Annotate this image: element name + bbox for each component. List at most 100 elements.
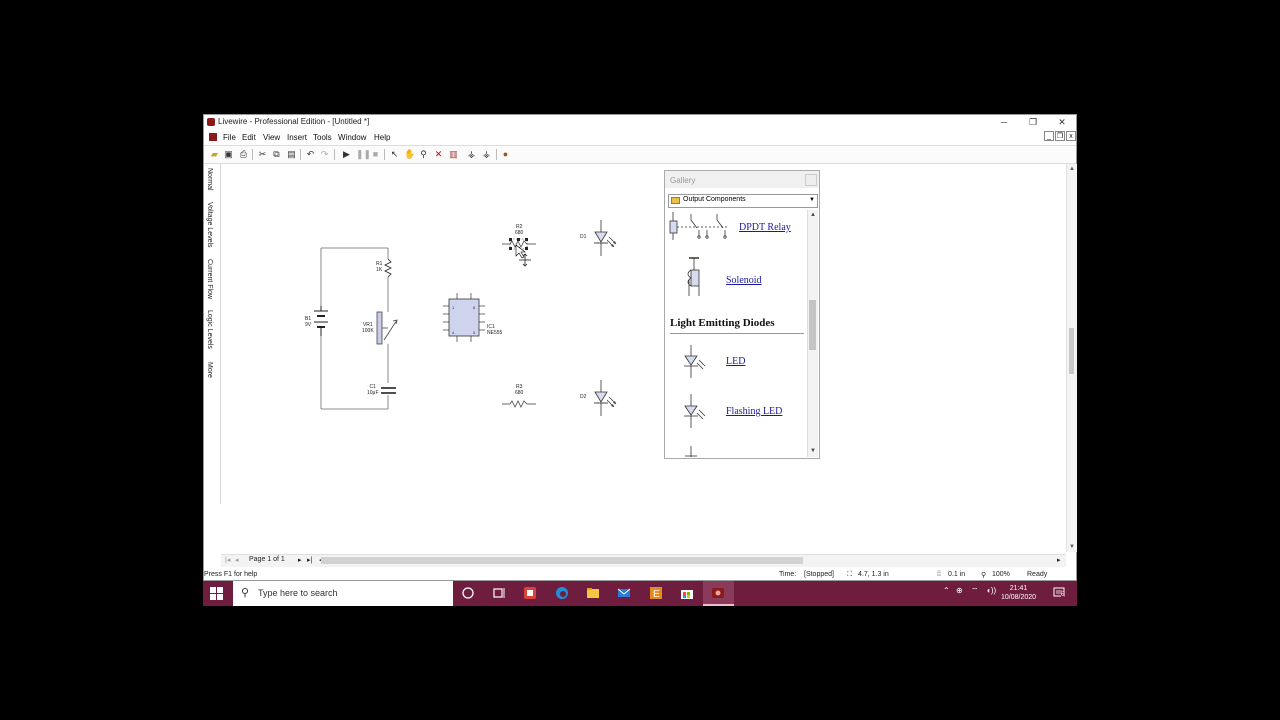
gallery-category-value: Output Components: [683, 196, 746, 203]
scroll-right-icon[interactable]: ▸: [1057, 556, 1061, 564]
doc-minimize-button[interactable]: _: [1044, 131, 1054, 141]
document-icon[interactable]: [209, 133, 217, 141]
zoom-icon[interactable]: ⚲: [418, 149, 429, 160]
next-page-icon[interactable]: ▸: [298, 556, 302, 564]
taskbar-clock[interactable]: 21:41 10/08/2020: [1001, 584, 1036, 602]
taskbar-search-box[interactable]: ⚲ Type here to search: [233, 581, 453, 606]
hand-icon[interactable]: ✋: [404, 149, 415, 160]
menu-help[interactable]: Help: [374, 133, 390, 142]
save-icon[interactable]: ▣: [223, 149, 234, 160]
menu-view[interactable]: View: [263, 133, 280, 142]
copy-icon[interactable]: ⧉: [271, 149, 282, 160]
page-navigation-bar: |◂ ◂ Page 1 of 1 ▸ ▸| ◂ ▸: [221, 554, 1066, 567]
solenoid-icon: [687, 257, 700, 296]
scroll-thumb[interactable]: [1069, 328, 1074, 374]
play-icon[interactable]: ▶: [341, 149, 352, 160]
livewire-app-icon: [712, 588, 724, 598]
window-title: Livewire - Professional Edition - [Untit…: [218, 117, 370, 126]
gallery-item-led[interactable]: LED: [726, 356, 745, 367]
active-indicator: [703, 604, 734, 606]
minimize-button[interactable]: ─: [990, 115, 1018, 129]
e-app-icon[interactable]: E: [649, 586, 663, 600]
resistor-r3-symbol: [502, 400, 536, 408]
store-icon[interactable]: [680, 586, 694, 600]
last-page-icon[interactable]: ▸|: [307, 556, 312, 564]
meter-icon[interactable]: ⚶: [481, 149, 492, 160]
mail-icon[interactable]: [617, 586, 631, 600]
gallery-item-dpdt-relay[interactable]: DPDT Relay: [739, 222, 791, 233]
print-icon[interactable]: ⎙: [238, 149, 249, 160]
doc-close-button[interactable]: x: [1066, 131, 1076, 141]
chevron-down-icon[interactable]: ▼: [808, 196, 816, 205]
volume-icon[interactable]: ◖)): [986, 586, 996, 595]
dpdt-relay-icon: [669, 212, 727, 240]
coordinates-icon: ⛶: [847, 571, 852, 578]
notification-center-button[interactable]: 6: [1053, 586, 1069, 601]
prev-page-icon[interactable]: ◂: [235, 556, 239, 564]
redo-icon[interactable]: ↷: [319, 149, 330, 160]
scroll-up-icon[interactable]: ▲: [1068, 165, 1076, 173]
vertical-scrollbar[interactable]: ▲ ▼: [1066, 164, 1077, 552]
pause-icon[interactable]: ❚❚: [356, 149, 371, 160]
probe-icon[interactable]: ⚶: [466, 149, 477, 160]
search-placeholder: Type here to search: [258, 588, 338, 598]
status-time-value: [Stopped]: [804, 571, 834, 578]
wifi-icon[interactable]: ⌔: [971, 586, 979, 596]
gallery-panel: Gallery Output Components ▼ DPDT Relay S…: [664, 170, 820, 459]
chevron-up-icon[interactable]: ⌃: [943, 586, 950, 595]
resistor-r1-symbol: [384, 258, 392, 278]
menu-file[interactable]: File: [223, 133, 236, 142]
tab-current-flow[interactable]: Current Flow: [206, 259, 213, 299]
stop-icon[interactable]: ■: [370, 149, 381, 160]
horizontal-scroll-thumb[interactable]: [321, 557, 803, 564]
circuit-canvas[interactable]: 1 4 8 5 B1 9V R1 1K VR1 100K C1 10μF IC1…: [221, 164, 1065, 552]
notification-count-badge: 6: [1061, 592, 1065, 598]
livewire-taskbar-button[interactable]: [703, 581, 734, 606]
menu-tools[interactable]: Tools: [313, 133, 332, 142]
menu-window[interactable]: Window: [338, 133, 366, 142]
first-page-icon[interactable]: |◂: [225, 556, 230, 564]
led-d1-symbol: [594, 220, 617, 256]
news-app-icon[interactable]: [523, 586, 537, 600]
tab-more[interactable]: More: [206, 362, 213, 378]
gallery-scroll-up-icon[interactable]: ▲: [809, 211, 817, 219]
pointer-icon[interactable]: ↖: [389, 149, 400, 160]
gallery-scroll-thumb[interactable]: [809, 300, 816, 350]
gallery-close-button[interactable]: [805, 174, 817, 186]
scroll-down-icon[interactable]: ▼: [1068, 543, 1076, 551]
gallery-scroll-down-icon[interactable]: ▼: [809, 447, 817, 455]
file-explorer-icon[interactable]: [586, 586, 600, 600]
gallery-title: Gallery: [670, 176, 696, 185]
gallery-category-select[interactable]: Output Components ▼: [668, 194, 818, 208]
gallery-scrollbar[interactable]: ▲ ▼: [807, 210, 818, 457]
gallery-list: DPDT Relay Solenoid Light Emitting Diode…: [667, 210, 805, 457]
search-icon: ⚲: [241, 587, 250, 599]
undo-icon[interactable]: ↶: [305, 149, 316, 160]
gallery-item-solenoid[interactable]: Solenoid: [726, 275, 762, 286]
edge-browser-icon[interactable]: [555, 586, 569, 600]
doc-restore-button[interactable]: ❐: [1055, 131, 1065, 141]
paste-icon[interactable]: ▤: [286, 149, 297, 160]
gallery-title-bar[interactable]: Gallery: [665, 171, 819, 188]
status-bar: Press F1 for help Time: [Stopped] ⛶ 4.7,…: [204, 568, 1076, 581]
delete-icon[interactable]: ✕: [433, 149, 444, 160]
close-button[interactable]: ✕: [1048, 115, 1076, 129]
graph-icon[interactable]: ▥: [448, 149, 459, 160]
network-globe-icon[interactable]: ⊕: [956, 586, 963, 595]
task-view-icon[interactable]: [492, 586, 506, 600]
open-icon[interactable]: ▰: [209, 149, 220, 160]
cut-icon[interactable]: ✂: [257, 149, 268, 160]
windows-start-icon[interactable]: [210, 587, 223, 600]
tab-normal[interactable]: Normal: [206, 168, 213, 191]
b1-label: B1 9V: [305, 316, 312, 328]
menu-insert[interactable]: Insert: [287, 133, 307, 142]
restore-button[interactable]: ❐: [1019, 115, 1047, 129]
gallery-icon[interactable]: ●: [500, 149, 511, 160]
tab-logic-levels[interactable]: Logic Levels: [206, 310, 213, 349]
gallery-item-flashing-led[interactable]: Flashing LED: [726, 406, 782, 417]
tab-voltage-levels[interactable]: Voltage Levels: [206, 202, 213, 248]
menu-edit[interactable]: Edit: [242, 133, 256, 142]
cortana-icon[interactable]: [461, 586, 475, 600]
r3-label: R3 680: [515, 384, 524, 396]
ic1-label: IC1 NE555: [487, 324, 503, 336]
